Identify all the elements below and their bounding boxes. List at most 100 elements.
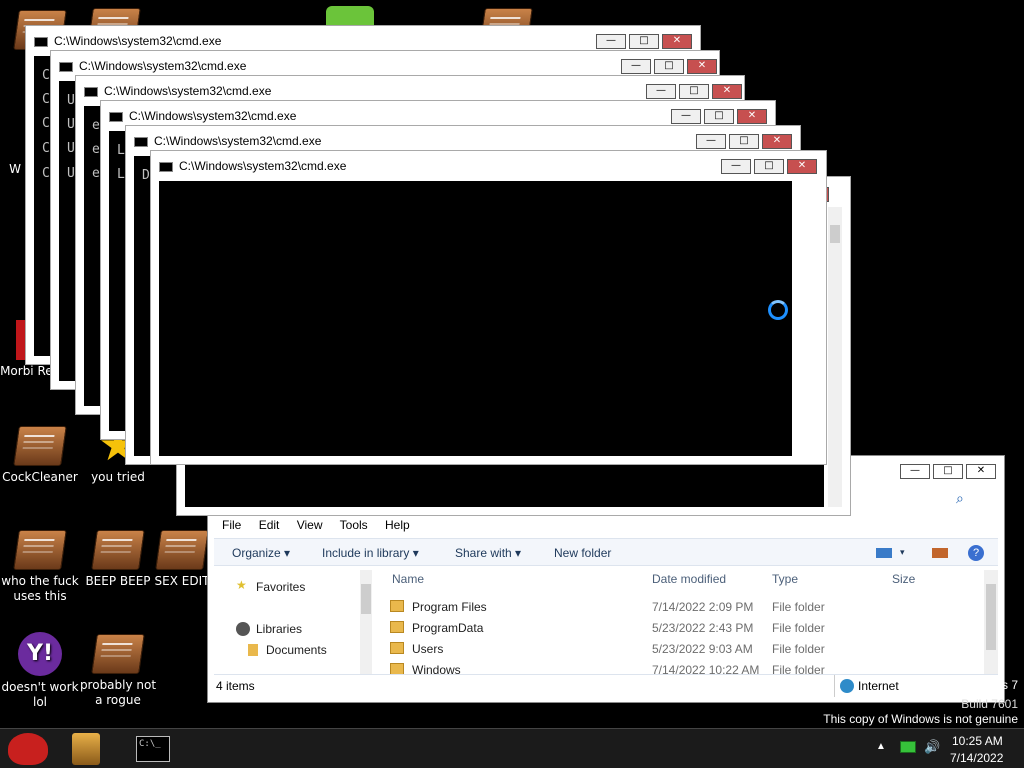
cmd-window-6[interactable]: C:\Windows\system32\cmd.exe — □ ✕ xyxy=(150,150,827,465)
close-button[interactable]: ✕ xyxy=(787,159,817,174)
taskbar: C:\_ ▲ 🔊 10:25 AM 7/14/2022 xyxy=(0,728,1024,768)
cmd-icon xyxy=(109,112,123,122)
minimize-button[interactable]: — xyxy=(721,159,751,174)
desktop-icon-probably-not-a-rogue[interactable]: probably not a rogue xyxy=(78,634,158,708)
window-title: C:\Windows\system32\cmd.exe xyxy=(129,109,297,123)
clock-date[interactable]: 7/14/2022 xyxy=(950,751,1003,765)
explorer-taskbar-icon[interactable] xyxy=(72,733,100,765)
change-view-icon[interactable] xyxy=(876,548,892,558)
file-list-scrollbar-thumb[interactable] xyxy=(986,584,996,650)
cmd-icon xyxy=(134,137,148,147)
window-title: C:\Windows\system32\cmd.exe xyxy=(54,34,222,48)
minimize-button[interactable]: — xyxy=(696,134,726,149)
desktop-icon-doesnt-work[interactable]: Y! doesn't work lol xyxy=(0,632,80,710)
new-folder-button[interactable]: New folder xyxy=(554,546,611,560)
explorer-maximize-button[interactable]: □ xyxy=(933,464,963,479)
maximize-button[interactable]: □ xyxy=(704,109,734,124)
minimize-button[interactable]: — xyxy=(621,59,651,74)
star-icon: ★ xyxy=(236,578,247,592)
cmd-icon xyxy=(159,162,173,172)
app-icon xyxy=(13,530,67,570)
clock-time[interactable]: 10:25 AM xyxy=(952,734,1003,748)
search-icon[interactable]: ⌕ xyxy=(956,491,964,507)
desktop-icon-sex-edit[interactable]: SEX EDIT xyxy=(152,530,212,589)
maximize-button[interactable]: □ xyxy=(654,59,684,74)
nav-libraries[interactable]: Libraries xyxy=(256,622,302,636)
column-date-modified[interactable]: Date modified xyxy=(652,572,726,586)
yahoo-messenger-icon: Y! xyxy=(18,632,62,676)
app-icon xyxy=(91,634,145,674)
maximize-button[interactable]: □ xyxy=(729,134,759,149)
desktop-icon-beep-beep[interactable]: BEEP BEEP xyxy=(78,530,158,589)
globe-icon xyxy=(840,679,854,693)
folder-icon xyxy=(390,600,404,612)
scrollbar-thumb[interactable] xyxy=(830,225,840,243)
item-count: 4 items xyxy=(216,679,255,693)
menu-view[interactable]: View xyxy=(297,518,323,532)
table-row[interactable]: Program Files 7/14/2022 2:09 PM File fol… xyxy=(390,598,978,618)
explorer-minimize-button[interactable]: — xyxy=(900,464,930,479)
nav-scrollbar[interactable] xyxy=(360,570,372,674)
desktop-icon-cockcleaner[interactable]: CockCleaner xyxy=(0,426,80,485)
folder-icon xyxy=(390,621,404,633)
console-area[interactable] xyxy=(159,181,792,456)
column-name[interactable]: Name xyxy=(392,572,424,586)
close-button[interactable]: ✕ xyxy=(762,134,792,149)
desktop-icon-who-uses-this[interactable]: who the fuck uses this xyxy=(0,530,80,604)
minimize-button[interactable]: — xyxy=(596,34,626,49)
share-with-button[interactable]: Share with ▾ xyxy=(455,546,521,560)
zone-label: Internet xyxy=(858,679,899,693)
file-list: Name Date modified Type Size Program Fil… xyxy=(376,568,998,676)
menu-bar: File Edit View Tools Help xyxy=(222,518,424,532)
volume-icon[interactable]: 🔊 xyxy=(924,739,940,755)
maximize-button[interactable]: □ xyxy=(679,84,709,99)
close-button[interactable]: ✕ xyxy=(737,109,767,124)
column-type[interactable]: Type xyxy=(772,572,798,586)
cmd-icon xyxy=(84,87,98,97)
nav-documents[interactable]: Documents xyxy=(266,643,327,657)
window-title: C:\Windows\system32\cmd.exe xyxy=(104,84,272,98)
minimize-button[interactable]: — xyxy=(646,84,676,99)
nav-scrollbar-thumb[interactable] xyxy=(361,584,371,614)
navigation-pane: ★ Favorites Libraries Documents xyxy=(214,568,374,676)
preview-pane-icon[interactable] xyxy=(932,548,948,558)
close-button[interactable]: ✕ xyxy=(712,84,742,99)
minimize-button[interactable]: — xyxy=(671,109,701,124)
include-in-library-button[interactable]: Include in library ▾ xyxy=(322,546,419,560)
menu-edit[interactable]: Edit xyxy=(259,518,280,532)
folder-icon xyxy=(390,642,404,654)
status-bar: 4 items Internet xyxy=(214,674,998,697)
title-bar[interactable]: C:\Windows\system32\cmd.exe — □ ✕ xyxy=(151,151,826,181)
scrollbar[interactable] xyxy=(828,207,842,507)
status-divider xyxy=(834,675,835,697)
cmd-icon xyxy=(59,62,73,72)
network-icon[interactable] xyxy=(900,741,916,753)
libraries-icon xyxy=(236,622,250,636)
chevron-down-icon[interactable]: ▾ xyxy=(900,547,905,558)
close-button[interactable]: ✕ xyxy=(687,59,717,74)
table-row[interactable]: ProgramData 5/23/2022 2:43 PM File folde… xyxy=(390,619,978,639)
watermark-build: Build 7601 xyxy=(961,697,1018,711)
watermark-edition: s 7 xyxy=(1001,678,1018,692)
cmd-taskbar-icon[interactable]: C:\_ xyxy=(136,736,170,762)
desktop: m W Morbi Reader CockCleaner ★ you tried… xyxy=(0,0,1024,728)
table-row[interactable]: Users 5/23/2022 9:03 AM File folder xyxy=(390,640,978,660)
maximize-button[interactable]: □ xyxy=(754,159,784,174)
app-icon xyxy=(91,530,145,570)
window-title: C:\Windows\system32\cmd.exe xyxy=(179,159,347,173)
organize-button[interactable]: Organize ▾ xyxy=(232,546,290,560)
column-size[interactable]: Size xyxy=(892,572,915,586)
app-icon xyxy=(13,426,67,466)
menu-help[interactable]: Help xyxy=(385,518,410,532)
window-title: C:\Windows\system32\cmd.exe xyxy=(79,59,247,73)
nav-favorites[interactable]: Favorites xyxy=(256,580,305,594)
close-button[interactable]: ✕ xyxy=(662,34,692,49)
angry-birds-start-icon[interactable] xyxy=(8,733,48,765)
explorer-close-button[interactable]: ✕ xyxy=(966,464,996,479)
show-hidden-icons-icon[interactable]: ▲ xyxy=(876,741,886,752)
file-list-scrollbar[interactable] xyxy=(984,570,998,674)
maximize-button[interactable]: □ xyxy=(629,34,659,49)
menu-tools[interactable]: Tools xyxy=(340,518,368,532)
help-icon[interactable]: ? xyxy=(968,545,984,561)
menu-file[interactable]: File xyxy=(222,518,241,532)
